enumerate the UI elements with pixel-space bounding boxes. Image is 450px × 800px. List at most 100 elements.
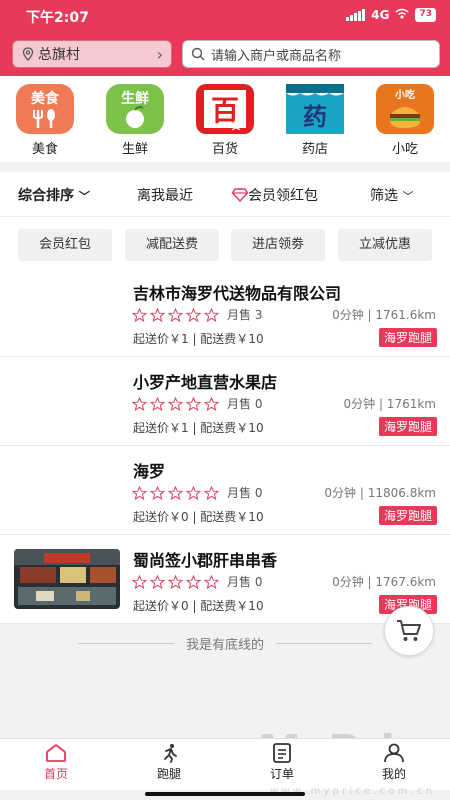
- tab-label: 首页: [43, 767, 68, 781]
- end-of-list: 我是有底线的: [0, 634, 450, 653]
- rating-stars: [132, 397, 219, 411]
- signal-icon: [346, 9, 366, 21]
- delivery-time-distance: 0分钟 | 1767.6km: [332, 575, 436, 589]
- location-pin-icon: [22, 47, 34, 61]
- delivery-fees: 起送价￥1 | 配送费￥10: [133, 421, 264, 435]
- svg-text:货: 货: [231, 120, 240, 132]
- category-label: 生鲜: [121, 142, 148, 157]
- star-icon: [186, 308, 201, 322]
- category-fresh[interactable]: 生鲜 生鲜: [105, 84, 165, 157]
- tab-profile[interactable]: 我的: [364, 743, 424, 782]
- delivery-fees: 起送价￥0 | 配送费￥10: [133, 599, 264, 613]
- order-icon: [273, 743, 291, 763]
- bottom-tab-bar: 首页 跑腿 订单 我的: [0, 738, 450, 790]
- star-icon: [150, 486, 165, 500]
- category-department-store[interactable]: 百 货 百货: [195, 84, 255, 157]
- chevron-down-icon: ﹀: [402, 190, 414, 203]
- star-icon: [204, 575, 219, 589]
- svg-text:生鲜: 生鲜: [121, 90, 149, 107]
- chip-store-coupon[interactable]: 进店领劵: [231, 229, 325, 261]
- sort-nearest[interactable]: 离我最近: [137, 185, 193, 205]
- delivery-fees: 起送价￥1 | 配送费￥10: [133, 332, 264, 346]
- diamond-icon: [231, 188, 249, 203]
- wifi-icon: [395, 8, 409, 22]
- location-selector[interactable]: 总旗村 ›: [12, 40, 172, 68]
- star-icon: [204, 486, 219, 500]
- star-icon: [132, 308, 147, 322]
- svg-text:美食: 美食: [31, 90, 60, 107]
- store-thumbnail: [14, 549, 120, 609]
- category-snack[interactable]: 小吃 小吃: [375, 84, 435, 157]
- search-header: 总旗村 › 请输入商户或商品名称: [0, 32, 450, 76]
- tab-label: 跑腿: [156, 767, 181, 781]
- star-icon: [132, 486, 147, 500]
- star-icon: [150, 575, 165, 589]
- star-icon: [150, 308, 165, 322]
- chip-member-coupon[interactable]: 会员红包: [18, 229, 112, 261]
- status-bar: 下午2:07 4G 73: [0, 0, 450, 32]
- store-tag: 海罗跑腿: [378, 328, 437, 347]
- section-gap: [0, 162, 450, 172]
- svg-text:小吃: 小吃: [394, 88, 415, 101]
- battery-icon: 73: [415, 8, 436, 22]
- store-tag: 海罗跑腿: [378, 417, 437, 436]
- profile-icon: [384, 743, 404, 763]
- star-icon: [132, 397, 147, 411]
- store-name: 小罗产地直营水果店: [133, 373, 278, 392]
- category-row: 美食 美食 生鲜 生鲜 百 货 百货 药 药店 小吃 小吃: [0, 76, 450, 162]
- category-label: 药店: [301, 142, 328, 157]
- star-icon: [204, 308, 219, 322]
- sort-overall[interactable]: 综合排序 ﹀: [18, 185, 90, 205]
- star-icon: [186, 575, 201, 589]
- store-item[interactable]: 海罗 月售 0 0分钟 | 11806.8km 起送价￥0 | 配送费￥10 海…: [0, 446, 450, 535]
- chip-reduced-delivery[interactable]: 减配送费: [125, 229, 219, 261]
- delivery-time-distance: 0分钟 | 1761.6km: [332, 308, 436, 322]
- filter-label: 筛选: [370, 188, 398, 204]
- star-icon: [168, 486, 183, 500]
- category-label: 美食: [31, 142, 58, 157]
- filter-chips: 会员红包 减配送费 进店领劵 立减优惠: [0, 216, 450, 268]
- member-coupon-sort[interactable]: 会员领红包: [231, 185, 318, 205]
- store-item[interactable]: 小罗产地直营水果店 月售 0 0分钟 | 1761km 起送价￥1 | 配送费￥…: [0, 357, 450, 446]
- tab-label: 我的: [381, 767, 406, 781]
- home-indicator: [145, 792, 305, 796]
- category-pharmacy[interactable]: 药 药店: [285, 84, 345, 157]
- snack-icon: 小吃: [376, 84, 434, 134]
- delivery-time-distance: 0分钟 | 11806.8km: [324, 486, 436, 500]
- store-item[interactable]: 吉林市海罗代送物品有限公司 月售 3 0分钟 | 1761.6km 起送价￥1 …: [0, 268, 450, 357]
- chip-instant-discount[interactable]: 立减优惠: [338, 229, 432, 261]
- store-name: 吉林市海罗代送物品有限公司: [133, 284, 342, 303]
- monthly-sales: 月售 0: [227, 397, 263, 411]
- category-label: 百货: [211, 142, 238, 157]
- tab-errand[interactable]: 跑腿: [139, 743, 199, 782]
- star-icon: [168, 575, 183, 589]
- status-indicators: 4G 73: [346, 8, 436, 22]
- pharmacy-icon: 药: [286, 84, 344, 134]
- store-item[interactable]: 蜀尚签小郡肝串串香 月售 0 0分钟 | 1767.6km 起送价￥0 | 配送…: [0, 535, 450, 624]
- status-time: 下午2:07: [26, 10, 89, 26]
- star-icon: [204, 397, 219, 411]
- sort-bar: 综合排序 ﹀ 离我最近 会员领红包 筛选 ﹀: [0, 172, 450, 216]
- food-icon: 美食: [16, 84, 74, 134]
- star-icon: [186, 397, 201, 411]
- home-icon: [46, 744, 66, 762]
- tab-label: 订单: [269, 767, 294, 781]
- rating-stars: [132, 486, 219, 500]
- tab-orders[interactable]: 订单: [252, 743, 312, 782]
- rating-stars: [132, 308, 219, 322]
- tab-home[interactable]: 首页: [26, 743, 86, 782]
- chevron-down-icon: ﹀: [78, 190, 90, 203]
- search-placeholder: 请输入商户或商品名称: [211, 48, 342, 64]
- delivery-time-distance: 0分钟 | 1761km: [343, 397, 437, 411]
- svg-text:药: 药: [303, 103, 327, 131]
- store-tag: 海罗跑腿: [378, 506, 437, 525]
- network-type: 4G: [371, 8, 390, 22]
- member-coupon-label: 会员领红包: [248, 188, 318, 204]
- search-input[interactable]: 请输入商户或商品名称: [182, 40, 440, 68]
- star-icon: [132, 575, 147, 589]
- chevron-right-icon: ›: [156, 44, 163, 64]
- category-food[interactable]: 美食 美食: [15, 84, 75, 157]
- location-label: 总旗村: [38, 47, 80, 63]
- delivery-fees: 起送价￥0 | 配送费￥10: [133, 510, 264, 524]
- filter-button[interactable]: 筛选 ﹀: [370, 185, 413, 205]
